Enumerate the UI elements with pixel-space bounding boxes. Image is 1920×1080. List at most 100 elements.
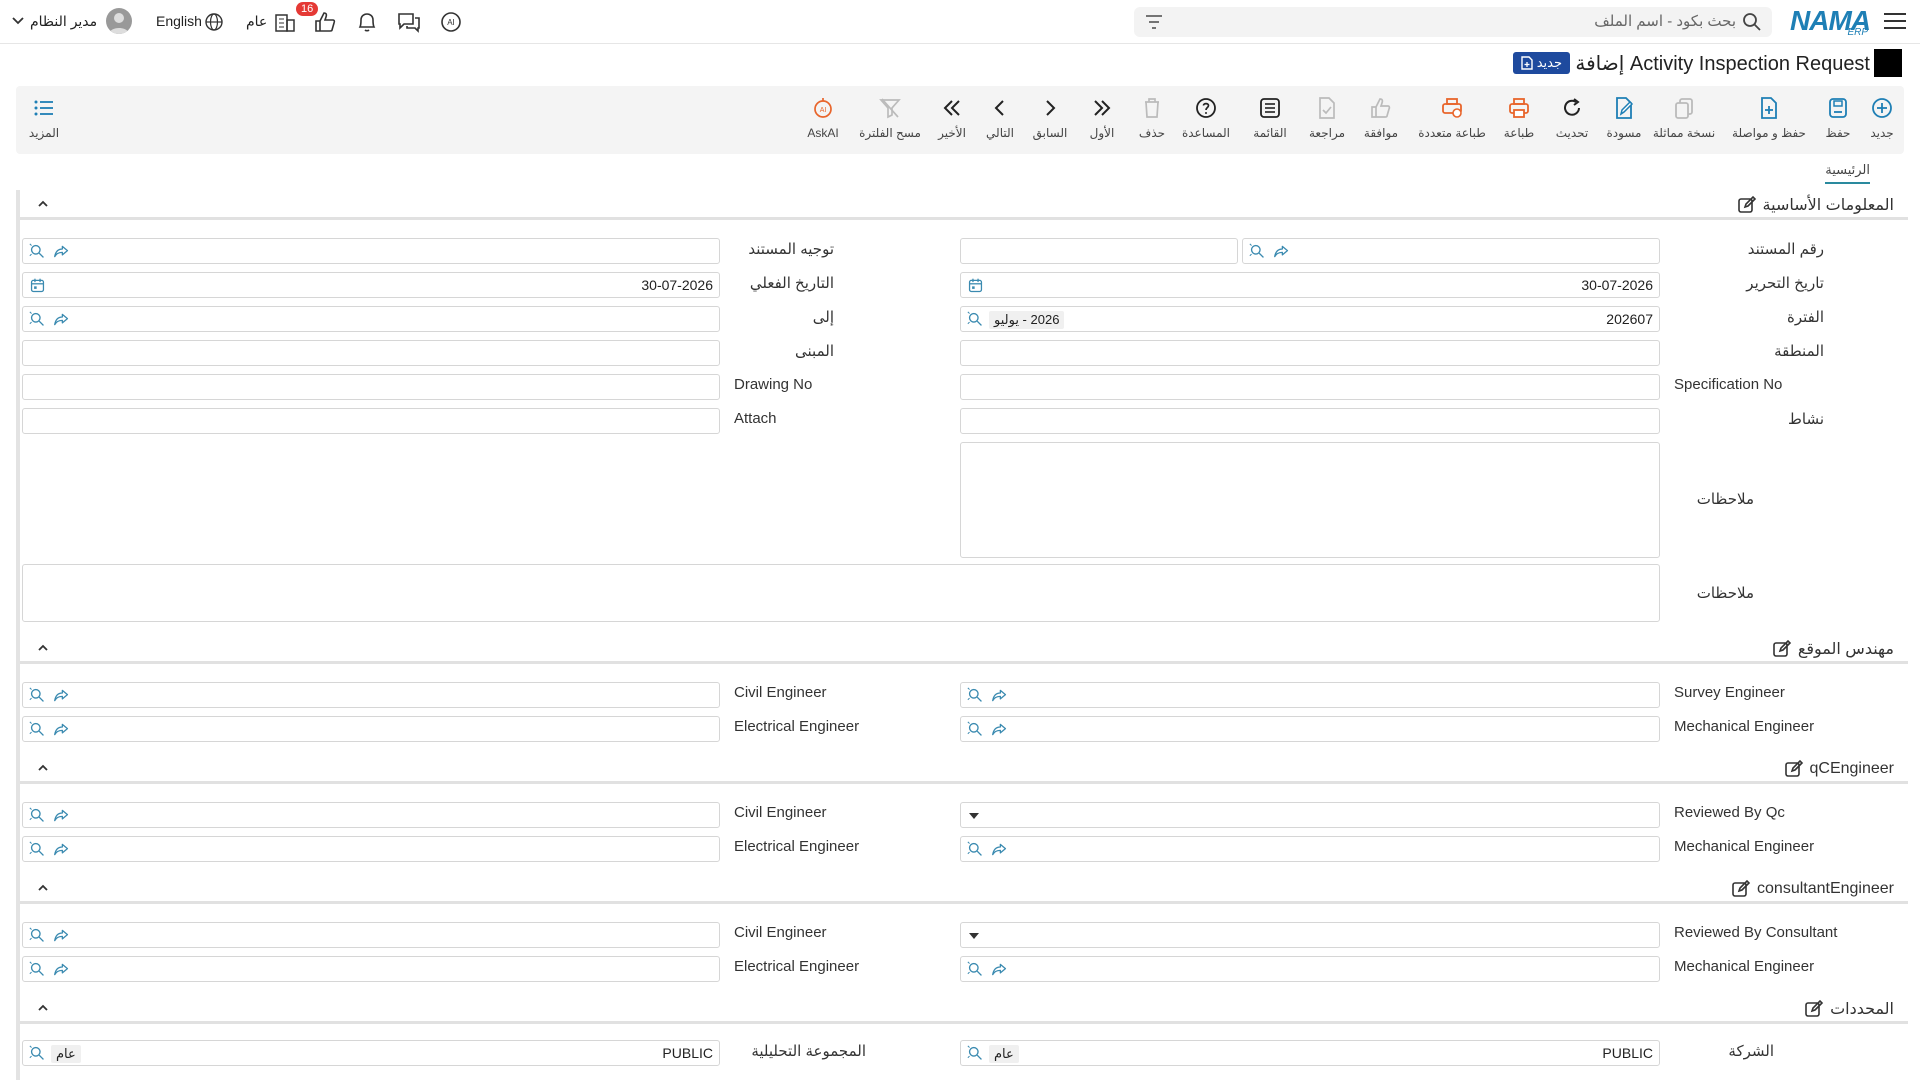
- search-icon[interactable]: [1742, 12, 1762, 32]
- duplicate-button[interactable]: نسخة مماثلة: [1648, 86, 1720, 154]
- clear-filter-button[interactable]: مسح الفلترة: [856, 86, 924, 154]
- globe-icon[interactable]: [204, 12, 224, 32]
- section-consultant-engineer[interactable]: consultantEngineer: [20, 874, 1908, 904]
- share-icon[interactable]: [991, 961, 1008, 978]
- region-field[interactable]: [960, 340, 1660, 366]
- lookup-icon[interactable]: [29, 841, 46, 858]
- period-field[interactable]: 2026 - يوليو 202607: [960, 306, 1660, 332]
- lookup-icon[interactable]: [29, 243, 46, 260]
- doc-no-suffix-field[interactable]: [960, 238, 1238, 264]
- lookup-icon[interactable]: [29, 961, 46, 978]
- collapse-icon[interactable]: [36, 197, 50, 211]
- calendar-icon[interactable]: [29, 277, 46, 294]
- list-button[interactable]: القائمة: [1246, 86, 1294, 154]
- drawing-no-field[interactable]: [22, 374, 720, 400]
- share-icon[interactable]: [53, 721, 70, 738]
- lookup-icon[interactable]: [967, 961, 984, 978]
- askai-button[interactable]: AI AskAI: [800, 86, 846, 154]
- save-continue-button[interactable]: حفظ و مواصلة: [1724, 86, 1814, 154]
- last-button[interactable]: الأخير: [934, 86, 970, 154]
- dropdown-arrow-icon[interactable]: [969, 933, 979, 939]
- share-icon[interactable]: [53, 243, 70, 260]
- share-icon[interactable]: [53, 311, 70, 328]
- lookup-icon[interactable]: [967, 687, 984, 704]
- collapse-icon[interactable]: [36, 881, 50, 895]
- company-field[interactable]: عام PUBLIC: [960, 1040, 1660, 1066]
- consultant-mechanical-engineer-field[interactable]: [960, 956, 1660, 982]
- first-button[interactable]: الأول: [1084, 86, 1120, 154]
- nama-logo[interactable]: NAMA ERP: [1788, 4, 1871, 38]
- share-icon[interactable]: [991, 687, 1008, 704]
- share-icon[interactable]: [53, 807, 70, 824]
- delete-button[interactable]: حذف: [1134, 86, 1170, 154]
- qc-civil-engineer-field[interactable]: [22, 802, 720, 828]
- save-button[interactable]: حفظ: [1816, 86, 1860, 154]
- language-switch[interactable]: English: [156, 13, 202, 29]
- edit-date-field[interactable]: 30-07-2026: [960, 272, 1660, 298]
- more-button[interactable]: المزيد: [22, 86, 66, 154]
- review-button[interactable]: مراجعة: [1304, 86, 1350, 154]
- lookup-icon[interactable]: [29, 311, 46, 328]
- share-icon[interactable]: [53, 687, 70, 704]
- qc-mechanical-engineer-field[interactable]: [960, 836, 1660, 862]
- share-icon[interactable]: [53, 927, 70, 944]
- hamburger-menu-icon[interactable]: [1882, 10, 1908, 32]
- chevron-down-icon[interactable]: [12, 16, 24, 26]
- collapse-icon[interactable]: [36, 761, 50, 775]
- section-qc-engineer[interactable]: qCEngineer: [20, 754, 1908, 784]
- chat-icon[interactable]: [396, 9, 422, 35]
- lookup-icon[interactable]: [29, 687, 46, 704]
- lookup-icon[interactable]: [967, 841, 984, 858]
- section-site-engineer[interactable]: مهندس الموقع: [20, 634, 1908, 664]
- spec-no-field[interactable]: [960, 374, 1660, 400]
- previous-button[interactable]: السابق: [1028, 86, 1072, 154]
- print-button[interactable]: طباعة: [1496, 86, 1542, 154]
- actual-date-field[interactable]: 30-07-2026: [22, 272, 720, 298]
- notes-wide-textarea[interactable]: [22, 564, 1660, 622]
- qc-electrical-engineer-field[interactable]: [22, 836, 720, 862]
- lookup-icon[interactable]: [1249, 243, 1266, 260]
- consultant-civil-engineer-field[interactable]: [22, 922, 720, 948]
- user-avatar[interactable]: [106, 8, 132, 34]
- consultant-electrical-engineer-field[interactable]: [22, 956, 720, 982]
- dropdown-arrow-icon[interactable]: [969, 813, 979, 819]
- collapse-icon[interactable]: [36, 1001, 50, 1015]
- draft-button[interactable]: مسودة: [1600, 86, 1648, 154]
- reviewed-by-qc-select[interactable]: [960, 802, 1660, 828]
- activity-field[interactable]: [960, 408, 1660, 434]
- tab-main[interactable]: الرئيسية: [1825, 162, 1870, 184]
- bell-icon[interactable]: [354, 9, 380, 35]
- next-button[interactable]: التالي: [980, 86, 1020, 154]
- analytic-group-field[interactable]: عام PUBLIC: [22, 1040, 720, 1066]
- lookup-icon[interactable]: [967, 1045, 984, 1062]
- share-icon[interactable]: [53, 841, 70, 858]
- collapse-icon[interactable]: [36, 641, 50, 655]
- building-icon[interactable]: [272, 9, 298, 35]
- reviewed-by-consultant-select[interactable]: [960, 922, 1660, 948]
- section-basic-info[interactable]: المعلومات الأساسية: [20, 190, 1908, 220]
- civil-engineer-field[interactable]: [22, 682, 720, 708]
- survey-engineer-field[interactable]: [960, 682, 1660, 708]
- filter-icon[interactable]: [1144, 13, 1164, 31]
- lookup-icon[interactable]: [29, 721, 46, 738]
- approve-button[interactable]: موافقة: [1358, 86, 1404, 154]
- share-icon[interactable]: [991, 721, 1008, 738]
- attach-field[interactable]: [22, 408, 720, 434]
- branch-label[interactable]: عام: [246, 13, 267, 30]
- electrical-engineer-field[interactable]: [22, 716, 720, 742]
- share-icon[interactable]: [1273, 243, 1290, 260]
- notes-textarea[interactable]: [960, 442, 1660, 558]
- lookup-icon[interactable]: [29, 807, 46, 824]
- lookup-icon[interactable]: [967, 311, 984, 328]
- help-button[interactable]: المساعدة: [1176, 86, 1236, 154]
- share-icon[interactable]: [991, 841, 1008, 858]
- calendar-icon[interactable]: [967, 277, 984, 294]
- share-icon[interactable]: [53, 961, 70, 978]
- lookup-icon[interactable]: [29, 927, 46, 944]
- multi-print-button[interactable]: طباعة متعددة: [1412, 86, 1492, 154]
- building-field[interactable]: [22, 340, 720, 366]
- user-name[interactable]: مدير النظام: [30, 13, 97, 30]
- mechanical-engineer-field[interactable]: [960, 716, 1660, 742]
- to-field[interactable]: [22, 306, 720, 332]
- lookup-icon[interactable]: [967, 721, 984, 738]
